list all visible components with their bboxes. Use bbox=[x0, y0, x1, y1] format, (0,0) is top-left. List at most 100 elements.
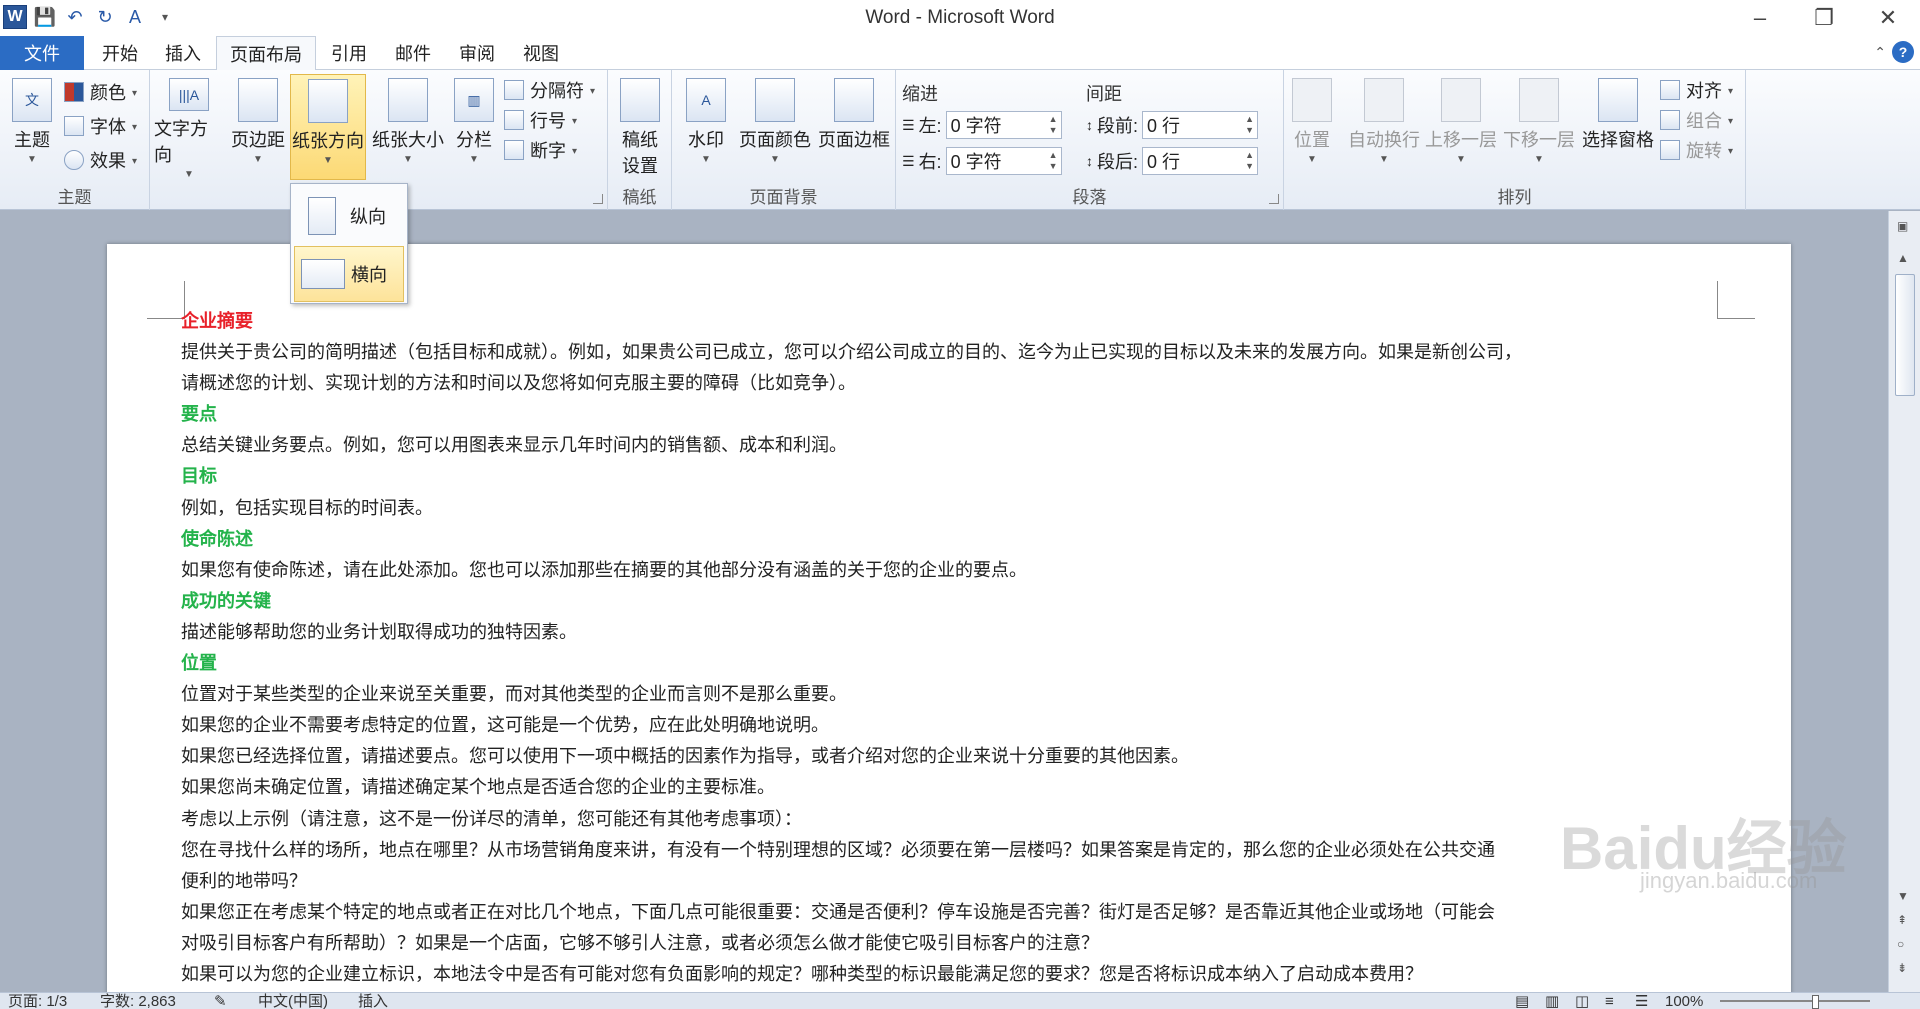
page-count[interactable]: 页面: 1/3 bbox=[8, 993, 67, 1009]
view-outline-icon[interactable]: ≡ bbox=[1605, 993, 1614, 1009]
document-paragraph-line[interactable]: 如果您有使命陈述，请在此处添加。您也可以添加那些在摘要的其他部分没有涵盖的关于您… bbox=[181, 555, 1721, 586]
spinner-icon[interactable]: ▲ ▼ bbox=[1049, 150, 1058, 172]
document-paragraph-line[interactable]: 总结关键业务要点。例如，您可以用图表来显示几年时间内的销售额、成本和利润。 bbox=[181, 430, 1721, 461]
document-heading[interactable]: 要点 bbox=[181, 399, 1721, 430]
tab-page-layout[interactable]: 页面布局 bbox=[216, 36, 316, 71]
document-paragraph-line[interactable]: 您在寻找什么样的场所，地点在哪里？从市场营销角度来讲，有没有一个特别理想的区域？… bbox=[181, 835, 1721, 866]
wrap-text-button[interactable]: 自动换行 ▼ bbox=[1346, 74, 1422, 180]
spell-check-icon[interactable]: ✎ bbox=[214, 993, 227, 1009]
tab-review[interactable]: 审阅 bbox=[446, 36, 508, 70]
orientation-portrait-item[interactable]: 纵向 bbox=[294, 188, 404, 244]
selection-pane-button[interactable]: 选择窗格 bbox=[1580, 74, 1656, 180]
minimize-icon[interactable]: – bbox=[1728, 0, 1792, 36]
help-icon[interactable]: ? bbox=[1892, 41, 1914, 63]
save-icon[interactable]: 💾 bbox=[32, 4, 58, 30]
line-numbers-button[interactable]: 行号 ▾ bbox=[504, 106, 577, 134]
send-backward-button[interactable]: 下移一层 ▼ bbox=[1502, 74, 1576, 180]
undo-icon[interactable]: ↶ bbox=[62, 4, 88, 30]
hyphenation-button[interactable]: 断字 ▾ bbox=[504, 136, 577, 164]
tab-home[interactable]: 开始 bbox=[90, 36, 150, 70]
tab-file[interactable]: 文件 bbox=[0, 36, 84, 70]
language[interactable]: 中文(中国) bbox=[258, 993, 328, 1009]
margins-button[interactable]: 页边距 ▼ bbox=[230, 74, 286, 180]
customize-qat-icon[interactable]: ▾ bbox=[152, 4, 178, 30]
word-app-icon[interactable]: W bbox=[2, 4, 28, 30]
next-page-icon[interactable]: ⇟ bbox=[1897, 961, 1907, 975]
document-paragraph-line[interactable]: 例如，包括实现目标的时间表。 bbox=[181, 493, 1721, 524]
document-paragraph-line[interactable]: 便利的地带吗？ bbox=[181, 866, 1721, 897]
indent-left-input[interactable]: 0 字符 ▲ ▼ bbox=[945, 111, 1062, 139]
browse-object-icon[interactable]: ○ bbox=[1897, 937, 1904, 951]
document-paragraph-line[interactable]: 提供关于贵公司的简明描述（包括目标和成就）。例如，如果贵公司已成立，您可以介绍公… bbox=[181, 337, 1721, 368]
document-paragraph-line[interactable]: 考虑以上示例（请注意，这不是一份详尽的清单，您可能还有其他考虑事项）： bbox=[181, 804, 1721, 835]
document-area[interactable]: 企业摘要 提供关于贵公司的简明描述（包括目标和成就）。例如，如果贵公司已成立，您可… bbox=[0, 211, 1888, 992]
previous-page-icon[interactable]: ⇞ bbox=[1897, 913, 1907, 927]
page-borders-button[interactable]: 页面边框 bbox=[816, 74, 892, 180]
spinner-icon[interactable]: ▲ ▼ bbox=[1245, 150, 1254, 172]
tab-view[interactable]: 视图 bbox=[510, 36, 572, 70]
theme-fonts-button[interactable]: 字体 ▾ bbox=[64, 112, 137, 140]
restore-icon[interactable]: ❐ bbox=[1792, 0, 1856, 36]
theme-colors-button[interactable]: 颜色 ▾ bbox=[64, 78, 137, 106]
spinner-icon[interactable]: ▲ ▼ bbox=[1049, 114, 1058, 136]
close-icon[interactable]: ✕ bbox=[1856, 0, 1920, 36]
orientation-button[interactable]: 纸张方向 ▼ bbox=[290, 74, 366, 180]
document-paragraph-line[interactable]: 对吸引目标客户有所帮助）？如果是一个店面，它够不够引人注意，或者必须怎么做才能使… bbox=[181, 928, 1721, 959]
minimize-ribbon-icon[interactable]: ⌃ bbox=[1874, 44, 1886, 61]
spinner-icon[interactable]: ▲ ▼ bbox=[1245, 114, 1254, 136]
page-color-button[interactable]: 页面颜色 ▼ bbox=[736, 74, 814, 180]
redo-icon[interactable]: ↻ bbox=[92, 4, 118, 30]
align-button[interactable]: 对齐 ▾ bbox=[1660, 76, 1733, 104]
watermark-button[interactable]: A 水印 ▼ bbox=[682, 74, 730, 180]
document-paragraph-line[interactable]: 请概述您的计划、实现计划的方法和时间以及您将如何克服主要的障碍（比如竞争）。 bbox=[181, 368, 1721, 399]
document-paragraph-line[interactable]: 如果您的企业不需要考虑特定的位置，这可能是一个优势，应在此处明确地说明。 bbox=[181, 710, 1721, 741]
view-print-layout-icon[interactable]: ▤ bbox=[1515, 993, 1529, 1009]
rotate-button[interactable]: 旋转 ▾ bbox=[1660, 136, 1733, 164]
document-heading[interactable]: 成功的关键 bbox=[181, 586, 1721, 617]
zoom-level[interactable]: 100% bbox=[1665, 993, 1703, 1009]
view-web-icon[interactable]: ◫ bbox=[1575, 993, 1589, 1009]
page-setup-launcher-icon[interactable] bbox=[593, 194, 603, 204]
spacing-before-input[interactable]: 0 行 ▲ ▼ bbox=[1142, 111, 1259, 139]
scroll-up-icon[interactable]: ▲ bbox=[1897, 251, 1909, 265]
scroll-down-icon[interactable]: ▼ bbox=[1897, 889, 1909, 903]
zoom-slider[interactable] bbox=[1720, 1000, 1870, 1002]
document-paragraph-line[interactable]: 如果您已经选择位置，请描述要点。您可以使用下一项中概括的因素作为指导，或者介绍对… bbox=[181, 741, 1721, 772]
document-body[interactable]: 企业摘要 提供关于贵公司的简明描述（包括目标和成就）。例如，如果贵公司已成立，您可… bbox=[181, 306, 1721, 990]
themes-button[interactable]: 文 主题 ▼ bbox=[4, 74, 60, 180]
view-draft-icon[interactable]: ☰ bbox=[1635, 993, 1648, 1009]
orientation-landscape-item[interactable]: 横向 bbox=[294, 246, 404, 302]
group-objects-button[interactable]: 组合 ▾ bbox=[1660, 106, 1733, 134]
position-button[interactable]: 位置 ▼ bbox=[1288, 74, 1336, 180]
document-heading[interactable]: 目标 bbox=[181, 461, 1721, 492]
document-paragraph-line[interactable]: 如果您尚未确定位置，请描述确定某个地点是否适合您的企业的主要标准。 bbox=[181, 772, 1721, 803]
zoom-slider-handle[interactable] bbox=[1812, 995, 1819, 1009]
document-page[interactable]: 企业摘要 提供关于贵公司的简明描述（包括目标和成就）。例如，如果贵公司已成立，您可… bbox=[107, 244, 1791, 992]
document-heading[interactable]: 使命陈述 bbox=[181, 524, 1721, 555]
view-full-screen-icon[interactable]: ▥ bbox=[1545, 993, 1559, 1009]
spacing-after-input[interactable]: 0 行 ▲ ▼ bbox=[1142, 147, 1259, 175]
bring-forward-button[interactable]: 上移一层 ▼ bbox=[1424, 74, 1498, 180]
tab-insert[interactable]: 插入 bbox=[152, 36, 214, 70]
size-button[interactable]: 纸张大小 ▼ bbox=[370, 74, 446, 180]
document-paragraph-line[interactable]: 如果您正在考虑某个特定的地点或者正在对比几个地点，下面几点可能很重要：交通是否便… bbox=[181, 897, 1721, 928]
ruler-toggle-icon[interactable]: ▣ bbox=[1897, 219, 1908, 233]
columns-button[interactable]: ▥ 分栏 ▼ bbox=[452, 74, 496, 180]
word-count[interactable]: 字数: 2,863 bbox=[100, 993, 176, 1009]
breaks-button[interactable]: 分隔符 ▾ bbox=[504, 76, 595, 104]
insert-mode[interactable]: 插入 bbox=[358, 993, 388, 1009]
manuscript-settings-button[interactable]: 稿纸 设置 bbox=[614, 74, 666, 180]
document-paragraph-line[interactable]: 位置对于某些类型的企业来说至关重要，而对其他类型的企业而言则不是那么重要。 bbox=[181, 679, 1721, 710]
indent-right-input[interactable]: 0 字符 ▲ ▼ bbox=[945, 147, 1062, 175]
document-heading[interactable]: 企业摘要 bbox=[181, 306, 1721, 337]
document-paragraph-line[interactable]: 描述能够帮助您的业务计划取得成功的独特因素。 bbox=[181, 617, 1721, 648]
document-heading[interactable]: 位置 bbox=[181, 648, 1721, 679]
document-paragraph-line[interactable]: 如果可以为您的企业建立标识，本地法令中是否有可能对您有负面影响的规定？哪种类型的… bbox=[181, 959, 1721, 990]
vertical-scrollbar[interactable]: ▣ ▲ ▼ ⇞ ○ ⇟ bbox=[1888, 211, 1920, 992]
tab-references[interactable]: 引用 bbox=[318, 36, 380, 70]
theme-effects-button[interactable]: 效果 ▾ bbox=[64, 146, 137, 174]
text-direction-button[interactable]: |||A 文字方向 ▼ bbox=[154, 74, 224, 180]
tab-mailings[interactable]: 邮件 bbox=[382, 36, 444, 70]
font-style-icon[interactable]: A bbox=[122, 4, 148, 30]
scroll-thumb[interactable] bbox=[1895, 274, 1915, 396]
